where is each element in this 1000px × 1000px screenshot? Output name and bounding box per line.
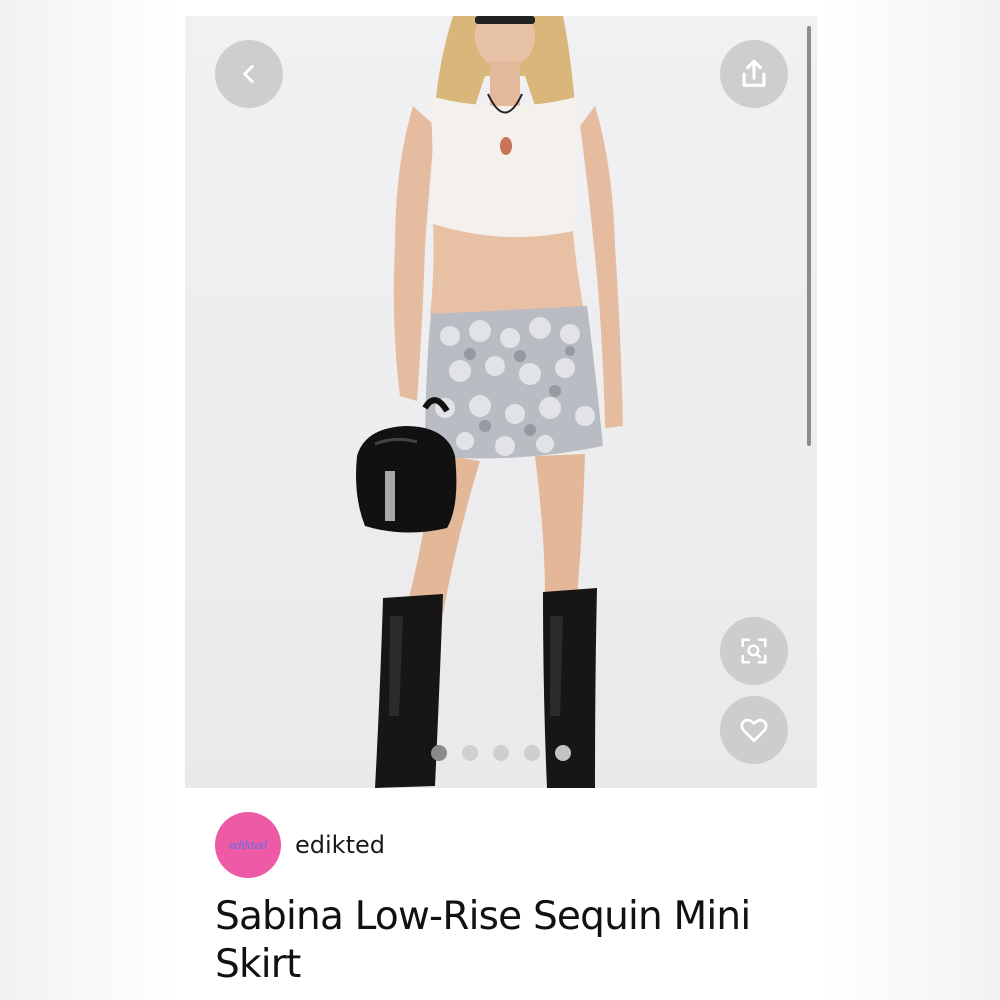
brand-logo: edikted (228, 838, 268, 852)
back-button[interactable] (215, 40, 283, 108)
heart-icon (740, 718, 768, 742)
carousel-dot[interactable] (555, 745, 571, 761)
carousel-dot[interactable] (524, 745, 540, 761)
brand-name: edikted (295, 831, 385, 859)
product-image-carousel[interactable] (185, 16, 817, 788)
share-upload-icon (742, 59, 766, 87)
image-scrollbar[interactable] (807, 26, 811, 446)
share-button[interactable] (720, 40, 788, 108)
product-title: Sabina Low-Rise Sequin Mini Skirt (215, 894, 751, 987)
product-photo (356, 16, 623, 788)
visual-search-button[interactable] (720, 617, 788, 685)
carousel-dot[interactable] (462, 745, 478, 761)
chevron-left-icon (243, 65, 254, 83)
brand-link[interactable]: edikted edikted (215, 812, 385, 878)
like-button[interactable] (720, 696, 788, 764)
carousel-dot[interactable] (431, 745, 447, 761)
brand-avatar: edikted (215, 812, 281, 878)
carousel-dot[interactable] (493, 745, 509, 761)
visual-search-icon (741, 638, 767, 664)
carousel-pagination (431, 745, 571, 761)
product-screen: edikted edikted Sabina Low-Rise Sequin M… (185, 0, 817, 1000)
